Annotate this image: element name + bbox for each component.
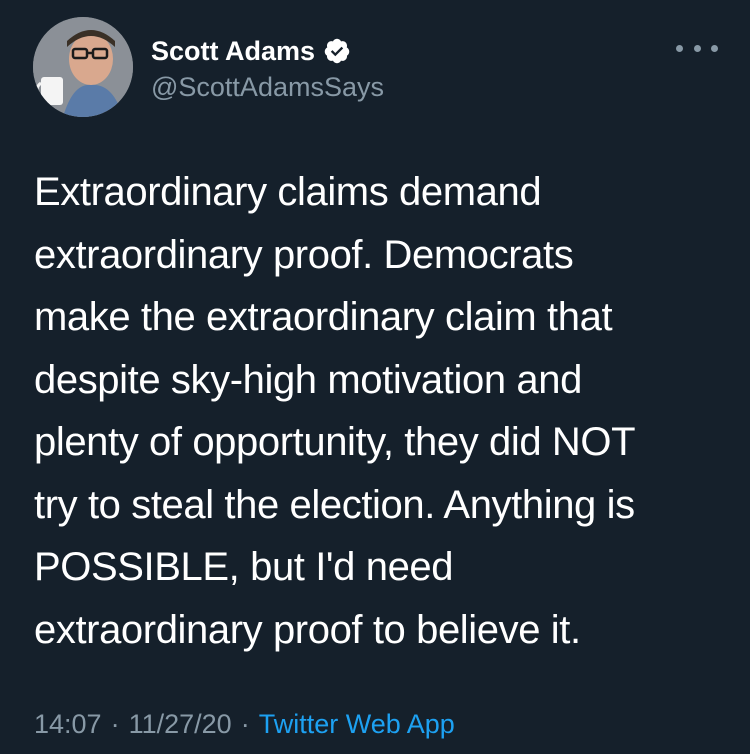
tweet-source-link[interactable]: Twitter Web App <box>259 704 455 744</box>
tweet-time[interactable]: 14:07 <box>34 704 102 744</box>
more-dot <box>693 44 701 52</box>
tweet-meta: 14:07 · 11/27/20 · Twitter Web App <box>34 704 455 744</box>
avatar-photo-icon <box>33 17 133 117</box>
tweet-text: Extraordinary claims demand extraordinar… <box>34 170 636 652</box>
author-handle[interactable]: @ScottAdamsSays <box>151 70 384 104</box>
author-name-row[interactable]: Scott Adams <box>151 34 384 68</box>
more-dots-icon[interactable] <box>676 34 718 62</box>
more-dot <box>676 44 683 52</box>
tweet-date[interactable]: 11/27/20 <box>129 704 232 744</box>
meta-separator: · <box>240 709 250 739</box>
author-display-name[interactable]: Scott Adams <box>151 34 315 68</box>
verified-badge-icon <box>323 37 351 65</box>
avatar[interactable] <box>33 17 133 117</box>
tweet-card: Scott Adams @ScottAdamsSays Extraordinar… <box>0 0 750 754</box>
author-block: Scott Adams @ScottAdamsSays <box>151 34 384 106</box>
more-dot <box>711 44 718 52</box>
meta-separator: · <box>110 709 120 739</box>
